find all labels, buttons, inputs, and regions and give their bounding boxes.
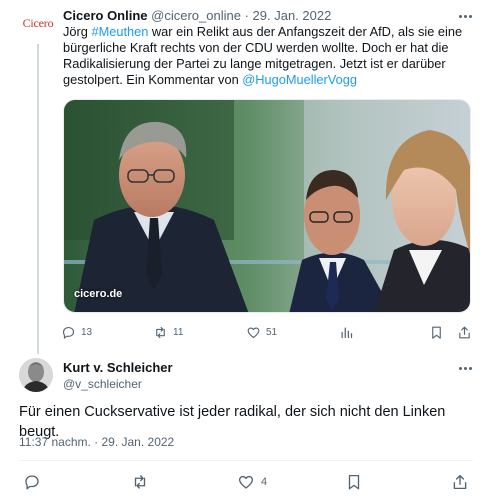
like-icon — [247, 326, 260, 338]
reply-count: 13 — [81, 326, 93, 338]
like-count: 51 — [266, 326, 278, 338]
share-icon — [453, 474, 467, 490]
thread-line — [37, 44, 39, 354]
reply-button[interactable]: 13 — [61, 322, 92, 342]
portrait-avatar-image — [19, 358, 53, 392]
parent-tweet-date[interactable]: 29. Jan. 2022 — [253, 8, 332, 23]
more-icon[interactable] — [453, 8, 477, 24]
share-icon — [459, 326, 470, 338]
share-button[interactable] — [451, 470, 469, 494]
mention-link[interactable]: @HugoMuellerVogg — [242, 72, 357, 87]
main-author-avatar[interactable] — [19, 358, 53, 392]
reply-icon — [25, 475, 39, 490]
retweet-count: 11 — [173, 326, 184, 338]
retweet-button[interactable]: 11 — [153, 322, 183, 342]
views-icon — [341, 327, 353, 338]
header-separator: · — [240, 8, 253, 23]
main-author-handle[interactable]: @v_schleicher — [63, 377, 142, 391]
parent-author-name[interactable]: Cicero Online — [63, 8, 148, 23]
parent-tweet-text: Jörg #Meuthen war ein Relikt aus der Anf… — [63, 24, 463, 88]
media-source-label: cicero.de — [74, 288, 123, 300]
tweet-media-image[interactable]: cicero.de — [63, 99, 471, 313]
like-button[interactable]: 4 — [237, 470, 267, 494]
retweet-icon — [134, 475, 146, 489]
retweet-icon — [156, 326, 165, 338]
bookmark-icon — [348, 474, 360, 490]
bookmark-button[interactable] — [429, 322, 444, 342]
share-button[interactable] — [457, 322, 472, 342]
press-conference-photo — [64, 100, 470, 312]
main-author-name[interactable]: Kurt v. Schleicher — [63, 360, 173, 375]
hashtag-link[interactable]: #Meuthen — [91, 24, 148, 39]
like-icon — [238, 475, 254, 489]
bookmark-button[interactable] — [345, 470, 363, 494]
reply-icon — [62, 326, 75, 339]
retweet-button[interactable] — [131, 470, 149, 494]
like-count: 4 — [261, 476, 268, 488]
main-tweet-timestamp[interactable]: 11:37 nachm. · 29. Jan. 2022 — [19, 435, 174, 449]
reply-button[interactable] — [23, 470, 41, 494]
parent-action-bar: 13 11 51 — [61, 322, 473, 342]
views-button[interactable] — [339, 322, 354, 342]
main-action-bar: 4 — [19, 470, 475, 494]
cicero-avatar[interactable]: Cicero — [18, 8, 58, 38]
parent-tweet-header: Cicero Online @cicero_online · 29. Jan. … — [63, 8, 331, 23]
divider — [19, 460, 473, 461]
like-button[interactable]: 51 — [246, 322, 277, 342]
parent-author-handle[interactable]: @cicero_online — [151, 8, 241, 23]
text-part: Jörg — [63, 24, 92, 39]
more-icon[interactable] — [453, 360, 477, 376]
bookmark-icon — [432, 326, 441, 339]
